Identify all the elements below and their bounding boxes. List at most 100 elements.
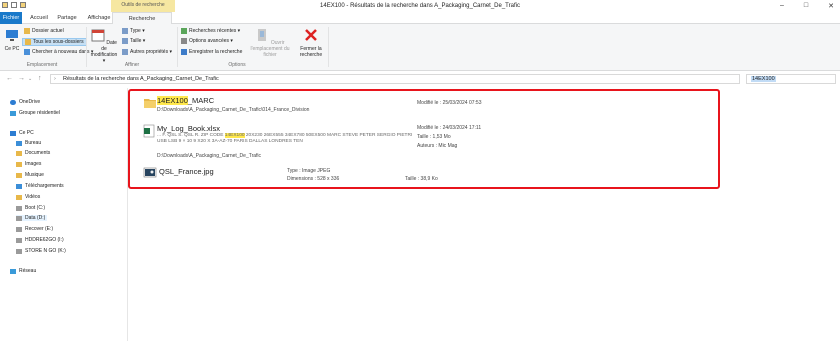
nav-item-network[interactable]: Réseau bbox=[10, 268, 36, 274]
nav-item-this-pc[interactable]: Ce PC bbox=[10, 130, 34, 136]
nav-item-downloads[interactable]: Téléchargements bbox=[16, 183, 64, 189]
search-highlight: 14EX100 bbox=[157, 96, 188, 105]
up-icon[interactable]: ↑ bbox=[38, 75, 42, 82]
this-pc-label: Ce PC bbox=[4, 46, 20, 52]
modified-date: Modifié le : 25/03/2024 07:53 bbox=[417, 100, 482, 106]
documents-icon bbox=[16, 150, 22, 156]
music-icon bbox=[16, 172, 22, 178]
image-file-icon bbox=[143, 167, 157, 178]
nav-item-label: Boot (C:) bbox=[25, 205, 46, 211]
size-icon bbox=[122, 38, 128, 44]
ribbon-separator bbox=[86, 27, 87, 67]
file-name: My_Log_Book.xlsx bbox=[157, 124, 220, 133]
search-icon: › bbox=[54, 76, 56, 82]
excerpt-text: ... F. QSL S. QSL R. ZIP CODE bbox=[157, 133, 225, 138]
computer-icon bbox=[10, 130, 16, 136]
save-icon bbox=[181, 49, 187, 55]
address-bar-row: ← → ⌄ ↑ › Résultats de la recherche dans… bbox=[0, 72, 840, 86]
modified-date-button[interactable]: Date de modification ▾ bbox=[90, 28, 118, 64]
title-bar: Outils de recherche 14EX100 - Résultats … bbox=[0, 0, 840, 12]
nav-item-label: OneDrive bbox=[19, 99, 41, 105]
modified-date-label: Date de modification ▾ bbox=[90, 40, 118, 64]
nav-item-pictures[interactable]: Images bbox=[16, 161, 41, 167]
nav-item-label: Téléchargements bbox=[25, 183, 64, 189]
file-name: QSL_France.jpg bbox=[159, 167, 214, 176]
save-search-button[interactable]: Enregistrer la recherche bbox=[181, 49, 242, 55]
nav-item-store-k[interactable]: STORE N GO (K:) bbox=[16, 248, 66, 254]
folder-icon bbox=[24, 28, 30, 34]
advanced-options-button[interactable]: Options avancées ▾ bbox=[181, 38, 233, 44]
nav-item-label: Bureau bbox=[25, 140, 42, 146]
computer-icon bbox=[6, 30, 18, 41]
drive-icon bbox=[16, 237, 22, 243]
nav-item-music[interactable]: Musique bbox=[16, 172, 44, 178]
cloud-icon bbox=[10, 99, 16, 105]
maximize-button[interactable]: □ bbox=[804, 2, 808, 10]
type-button[interactable]: Type ▾ bbox=[122, 28, 145, 34]
nav-item-label: Data (D:) bbox=[25, 215, 46, 221]
ribbon-separator bbox=[177, 27, 178, 67]
close-button[interactable]: ✕ bbox=[828, 2, 834, 10]
list-item[interactable]: QSL_France.jpg Type : Image JPEG Dimensi… bbox=[137, 164, 717, 186]
drive-icon bbox=[16, 215, 22, 221]
properties-icon bbox=[122, 49, 128, 55]
forward-icon[interactable]: → bbox=[18, 75, 25, 82]
address-field[interactable]: › Résultats de la recherche dans A_Packa… bbox=[50, 74, 740, 84]
drive-icon bbox=[16, 205, 22, 211]
recent-searches-button[interactable]: Recherches récentes ▾ bbox=[181, 28, 240, 34]
current-folder-label: Dossier actuel bbox=[32, 28, 64, 34]
ribbon: Ce PC Dossier actuel Tous les sous-dossi… bbox=[0, 24, 840, 71]
minimize-button[interactable]: – bbox=[780, 2, 784, 10]
type-label: Type ▾ bbox=[130, 28, 145, 34]
navigation-pane: OneDrive Groupe résidentiel Ce PC Bureau… bbox=[0, 88, 128, 341]
other-properties-label: Autres propriétés ▾ bbox=[130, 49, 172, 55]
close-search-button[interactable]: Fermer la recherche bbox=[298, 28, 324, 58]
all-subfolders-button[interactable]: Tous les sous-dossiers bbox=[22, 38, 87, 46]
excel-file-icon bbox=[143, 124, 155, 138]
current-folder-button[interactable]: Dossier actuel bbox=[24, 28, 64, 34]
open-location-button[interactable]: Ouvrir l'emplacement du fichier bbox=[244, 28, 296, 58]
nav-item-recover-e[interactable]: Recover (E:) bbox=[16, 226, 53, 232]
nav-item-videos[interactable]: Vidéos bbox=[16, 194, 40, 200]
recent-searches-icon bbox=[181, 28, 187, 34]
nav-item-desktop[interactable]: Bureau bbox=[16, 140, 41, 146]
nav-item-label: Groupe résidentiel bbox=[19, 110, 60, 116]
size-button[interactable]: Taille ▾ bbox=[122, 38, 145, 44]
search-again-label: Chercher à nouveau dans ▾ bbox=[32, 49, 94, 55]
this-pc-button[interactable]: Ce PC bbox=[2, 28, 22, 52]
nav-item-onedrive[interactable]: OneDrive bbox=[10, 99, 40, 105]
videos-icon bbox=[16, 194, 22, 200]
image-dimensions: Dimensions : 528 x 336 bbox=[287, 176, 340, 182]
group-location-label: Emplacement bbox=[26, 62, 58, 68]
nav-item-hdd-i[interactable]: HDDRE62GO (I:) bbox=[16, 237, 64, 243]
tab-affichage[interactable]: Affichage bbox=[84, 12, 114, 24]
search-again-button[interactable]: Chercher à nouveau dans ▾ bbox=[24, 49, 93, 55]
tab-fichier[interactable]: Fichier bbox=[0, 12, 22, 24]
list-item[interactable]: 14EX100_MARC D:\Downloads\A_Packaging_Ca… bbox=[137, 92, 717, 118]
content-excerpt: ... F. QSL S. QSL R. ZIP CODE 14EX100 20… bbox=[157, 133, 417, 145]
file-name: 14EX100_MARC bbox=[157, 96, 214, 105]
group-options-label: Options bbox=[228, 62, 246, 68]
window-controls: – □ ✕ bbox=[780, 2, 834, 10]
nav-item-data-d[interactable]: Data (D:) bbox=[16, 215, 48, 221]
search-query: 14EX100 bbox=[751, 76, 776, 82]
desktop-icon bbox=[16, 140, 22, 146]
file-size: Taille : 1,53 Mo bbox=[417, 134, 451, 140]
nav-item-label: Vidéos bbox=[25, 194, 41, 200]
tab-accueil[interactable]: Accueil bbox=[26, 12, 52, 24]
calendar-icon bbox=[91, 29, 105, 42]
other-properties-button[interactable]: Autres propriétés ▾ bbox=[122, 49, 172, 55]
back-icon[interactable]: ← bbox=[6, 75, 13, 82]
drive-icon bbox=[16, 226, 22, 232]
tab-partage[interactable]: Partage bbox=[54, 12, 80, 24]
window-title: 14EX100 - Résultats de la recherche dans… bbox=[320, 3, 520, 9]
chevron-down-icon[interactable]: ⌄ bbox=[28, 76, 32, 82]
network-icon bbox=[10, 268, 16, 274]
close-search-label: Fermer la recherche bbox=[299, 46, 323, 58]
search-input[interactable]: 14EX100 bbox=[746, 74, 836, 84]
nav-item-boot-c[interactable]: Boot (C:) bbox=[16, 205, 45, 211]
all-subfolders-label: Tous les sous-dossiers bbox=[33, 39, 84, 45]
nav-item-homegroup[interactable]: Groupe résidentiel bbox=[10, 110, 60, 116]
list-item[interactable]: My_Log_Book.xlsx ... F. QSL S. QSL R. ZI… bbox=[137, 120, 717, 162]
nav-item-documents[interactable]: Documents bbox=[16, 150, 50, 156]
